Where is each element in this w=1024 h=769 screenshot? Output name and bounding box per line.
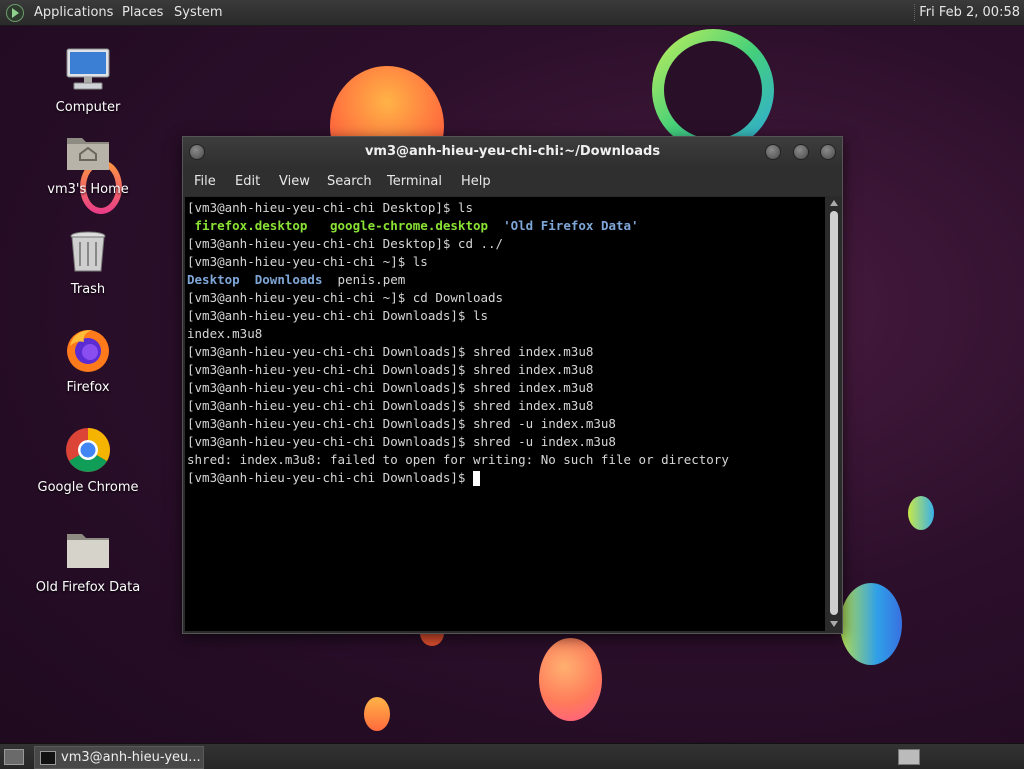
menu-view[interactable]: View — [279, 167, 310, 196]
wallpaper-green-ring — [652, 29, 774, 151]
desktop-icon-label: Computer — [55, 100, 121, 115]
taskbar-item-terminal[interactable]: vm3@anh-hieu-yeu... — [34, 746, 204, 769]
desktop-icon-chrome[interactable]: Google Chrome — [33, 426, 143, 495]
menu-file[interactable]: File — [194, 167, 216, 196]
terminal-line: [vm3@anh-hieu-yeu-chi-chi Desktop]$ cd .… — [187, 236, 504, 251]
firefox-icon — [64, 326, 112, 374]
folder-icon — [64, 526, 112, 574]
top-panel: Applications Places System Fri Feb 2, 00… — [0, 0, 1024, 26]
wallpaper-tiny-blob — [364, 697, 390, 731]
desktop-icon-label: Firefox — [66, 380, 110, 395]
file-google-chrome-desktop: google-chrome.desktop — [330, 218, 489, 233]
terminal-window: vm3@anh-hieu-yeu-chi-chi:~/Downloads Fil… — [182, 136, 843, 634]
file-firefox-desktop: firefox.desktop — [194, 218, 308, 233]
terminal-line: [vm3@anh-hieu-yeu-chi-chi ~]$ ls — [187, 254, 428, 269]
desktop-icon-home[interactable]: vm3's Home — [33, 128, 143, 197]
terminal-output[interactable]: [vm3@anh-hieu-yeu-chi-chi Desktop]$ ls f… — [185, 197, 825, 631]
home-folder-icon — [64, 128, 112, 176]
terminal-line: [vm3@anh-hieu-yeu-chi-chi Downloads]$ sh… — [187, 380, 594, 395]
wallpaper-peach-blob — [539, 638, 602, 721]
close-button[interactable] — [820, 144, 836, 160]
menu-search[interactable]: Search — [327, 167, 372, 196]
terminal-line: [vm3@anh-hieu-yeu-chi-chi Downloads]$ sh… — [187, 344, 594, 359]
show-desktop-icon[interactable] — [4, 749, 24, 765]
terminal-prompt-line: [vm3@anh-hieu-yeu-chi-chi Downloads]$ — [187, 469, 480, 487]
terminal-prompt: [vm3@anh-hieu-yeu-chi-chi Downloads]$ — [187, 470, 473, 485]
desktop-icon-old-firefox-data[interactable]: Old Firefox Data — [33, 526, 143, 595]
dir-old-firefox-data: 'Old Firefox Data' — [503, 218, 639, 233]
clock[interactable]: Fri Feb 2, 00:58 — [919, 0, 1020, 25]
scroll-up-arrow-icon[interactable] — [830, 200, 838, 206]
terminal-line: [vm3@anh-hieu-yeu-chi-chi Downloads]$ ls — [187, 308, 489, 323]
text-cursor — [472, 471, 480, 486]
desktop-icon-label: Google Chrome — [37, 480, 139, 495]
terminal-icon — [40, 751, 56, 765]
file-penis-pem: penis.pem — [337, 272, 406, 287]
computer-icon — [64, 46, 112, 94]
desktop-icon-label: Old Firefox Data — [35, 580, 141, 595]
desktop-icon-firefox[interactable]: Firefox — [33, 326, 143, 395]
system-menu[interactable]: System — [174, 0, 222, 25]
terminal-line: [vm3@anh-hieu-yeu-chi-chi Downloads]$ sh… — [187, 362, 594, 377]
taskbar-item-label: vm3@anh-hieu-yeu... — [61, 750, 201, 765]
terminal-line: [vm3@anh-hieu-yeu-chi-chi Downloads]$ sh… — [187, 416, 616, 431]
menu-edit[interactable]: Edit — [235, 167, 260, 196]
minimize-button[interactable] — [765, 144, 781, 160]
terminal-line: [vm3@anh-hieu-yeu-chi-chi Downloads]$ sh… — [187, 398, 594, 413]
desktop-icon-label: vm3's Home — [47, 182, 129, 197]
maximize-button[interactable] — [793, 144, 809, 160]
terminal-line-desktop-ls: firefox.desktop google-chrome.desktop 'O… — [187, 217, 639, 235]
desktop-icon-computer[interactable]: Computer — [33, 46, 143, 115]
dir-desktop: Desktop — [187, 272, 240, 287]
workspace-switcher-icon[interactable] — [898, 749, 920, 765]
menu-terminal[interactable]: Terminal — [387, 167, 442, 196]
scrollbar-thumb[interactable] — [830, 211, 838, 615]
menu-help[interactable]: Help — [461, 167, 491, 196]
terminal-line: index.m3u8 — [187, 326, 263, 341]
places-menu[interactable]: Places — [122, 0, 163, 25]
terminal-line: shred: index.m3u8: failed to open for wr… — [187, 452, 729, 467]
terminal-scrollbar[interactable] — [827, 197, 841, 631]
bottom-panel: vm3@anh-hieu-yeu... — [0, 743, 1024, 769]
window-menubar: File Edit View Search Terminal Help — [183, 167, 842, 196]
wallpaper-small-blob — [908, 496, 934, 530]
terminal-line: [vm3@anh-hieu-yeu-chi-chi Desktop]$ ls — [187, 200, 473, 215]
scroll-down-arrow-icon[interactable] — [830, 621, 838, 627]
chrome-icon — [64, 426, 112, 474]
panel-separator — [914, 4, 917, 21]
wallpaper-blue-blob — [840, 583, 902, 665]
trash-icon — [64, 228, 112, 276]
distro-logo-icon[interactable] — [6, 4, 24, 22]
window-titlebar[interactable]: vm3@anh-hieu-yeu-chi-chi:~/Downloads — [183, 137, 842, 167]
window-title: vm3@anh-hieu-yeu-chi-chi:~/Downloads — [364, 144, 661, 159]
desktop-icon-label: Trash — [70, 282, 106, 297]
terminal-line: [vm3@anh-hieu-yeu-chi-chi Downloads]$ sh… — [187, 434, 616, 449]
terminal-line-home-ls: Desktop Downloads penis.pem — [187, 271, 405, 289]
dir-downloads: Downloads — [254, 272, 323, 287]
desktop-icon-trash[interactable]: Trash — [33, 228, 143, 297]
applications-menu[interactable]: Applications — [34, 0, 113, 25]
terminal-line: [vm3@anh-hieu-yeu-chi-chi ~]$ cd Downloa… — [187, 290, 504, 305]
